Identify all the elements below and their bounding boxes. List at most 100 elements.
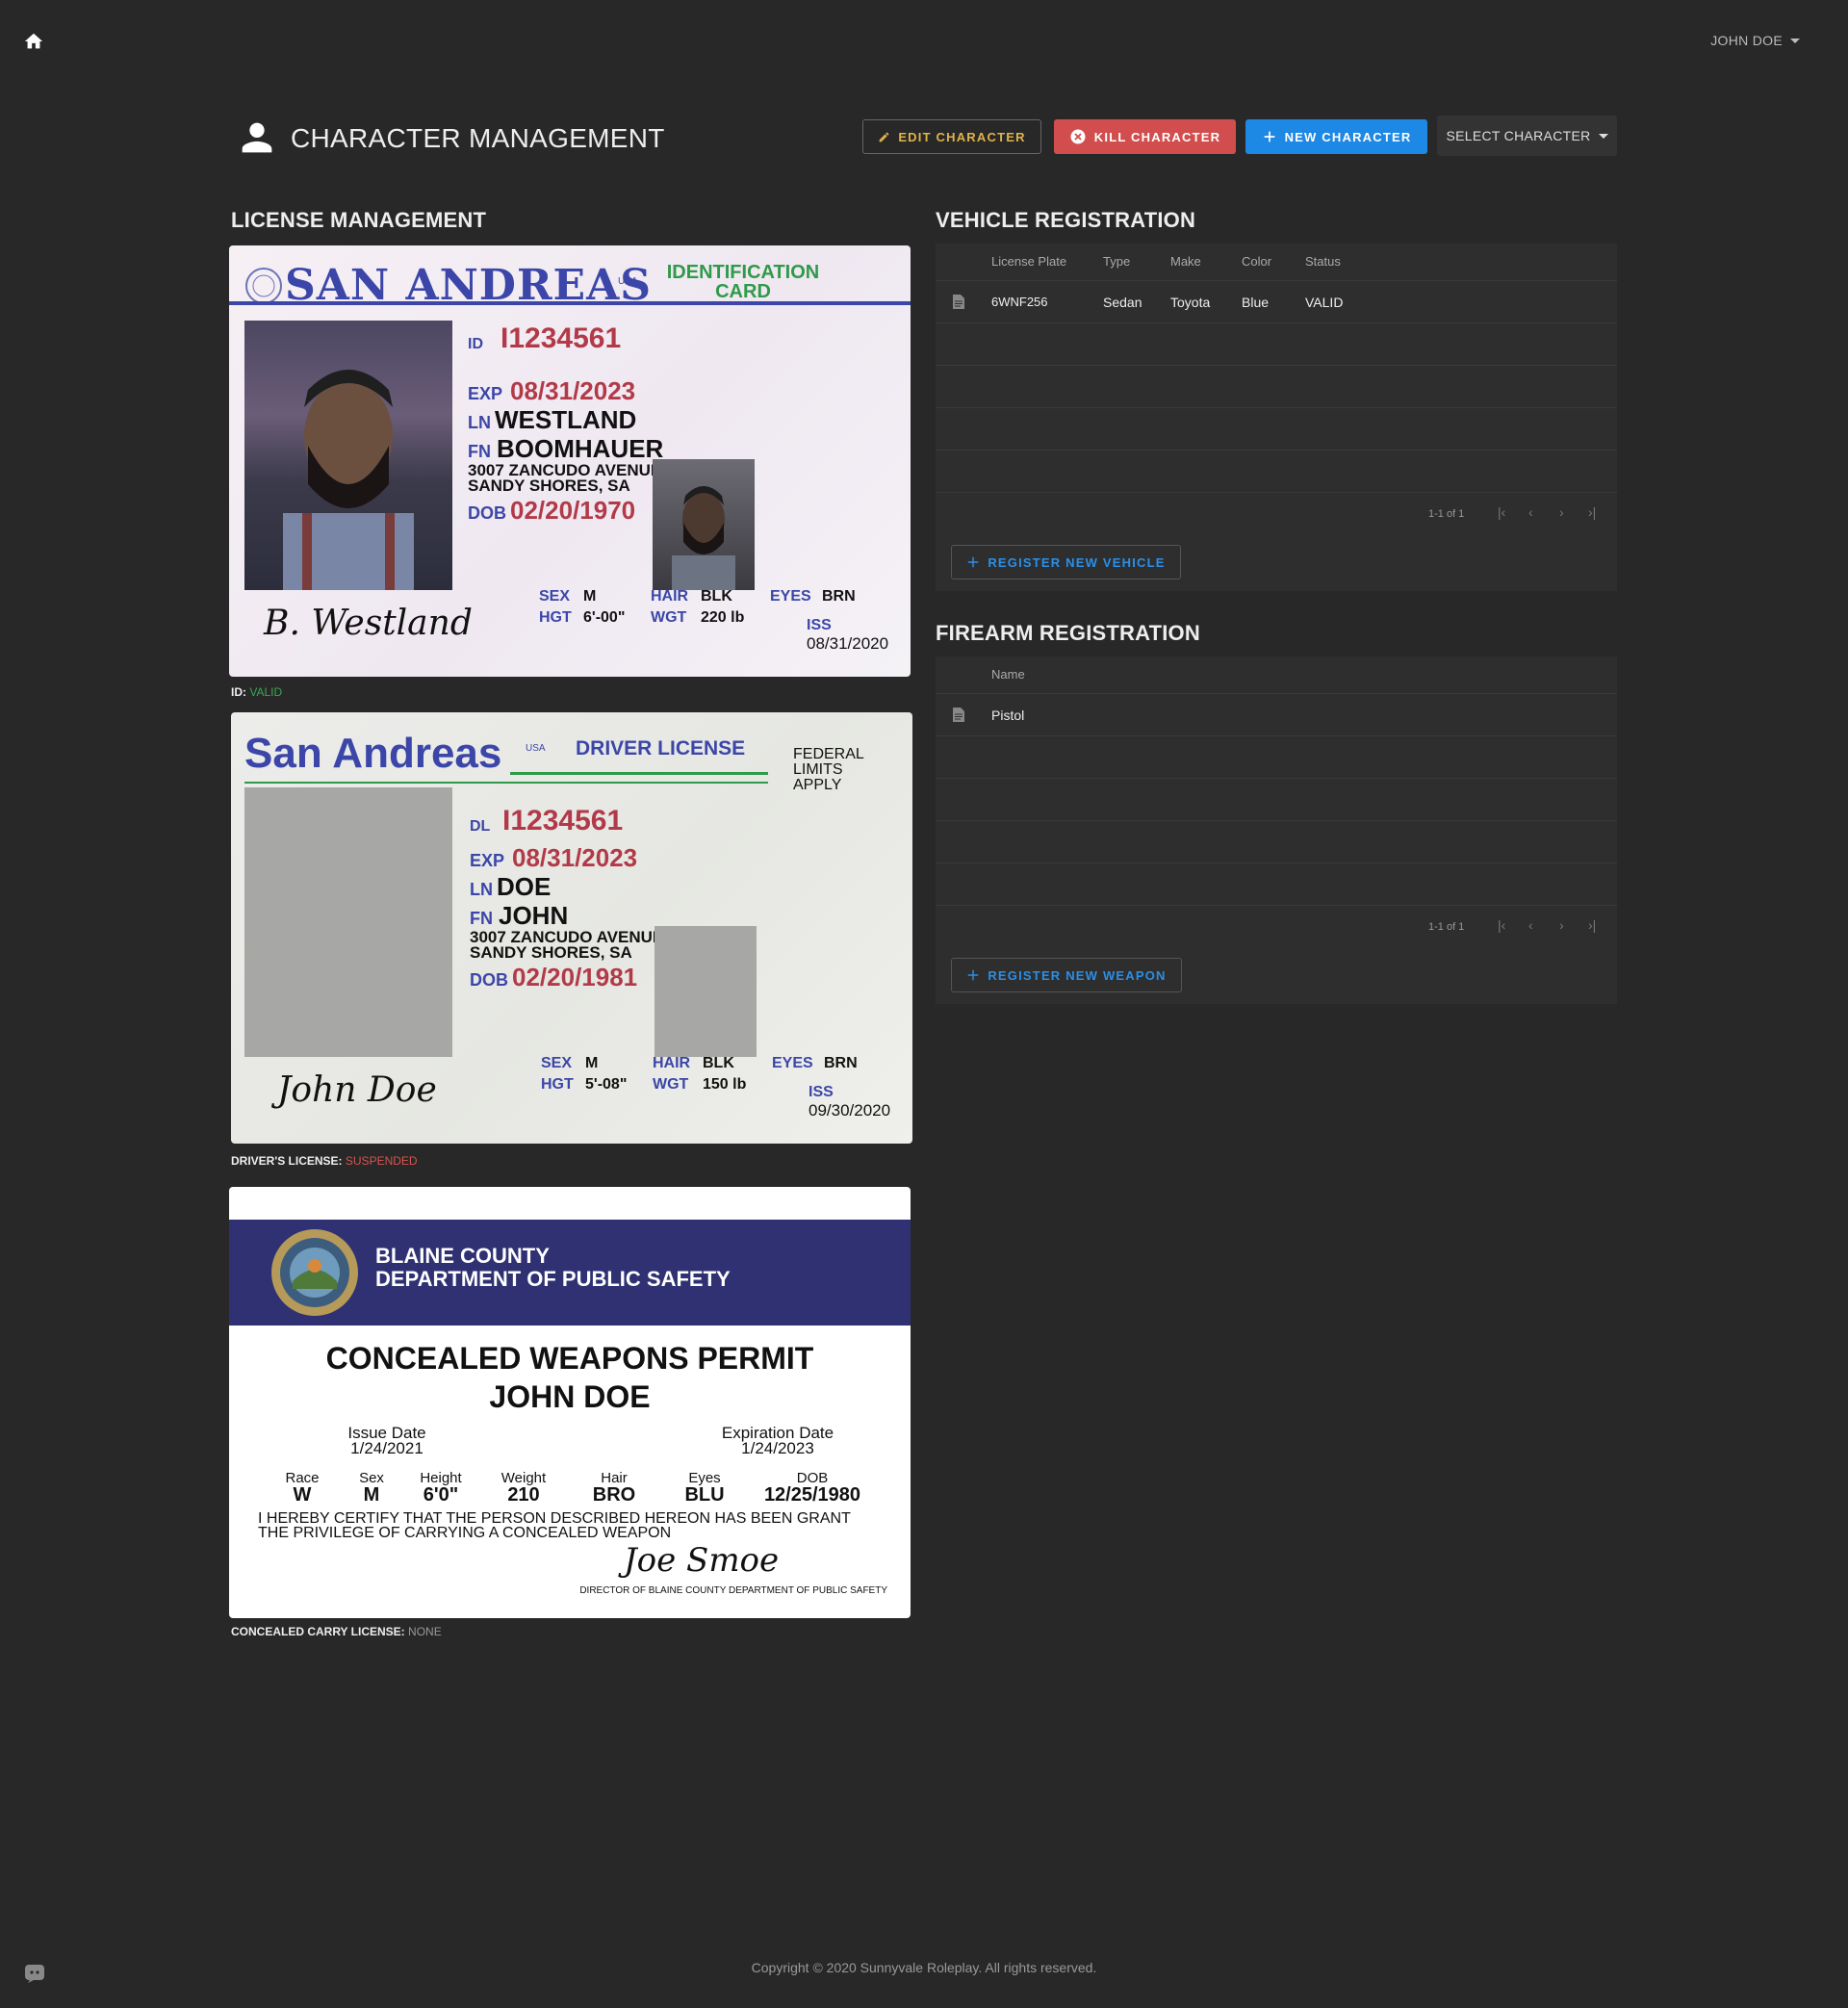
dl-green-rule-2: [244, 782, 768, 784]
dl-address-line2: SANDY SHORES, SA: [470, 943, 632, 962]
plus-icon: [968, 969, 979, 981]
id-sex-label: SEX: [539, 588, 571, 605]
cw-field: DOB 12/25/1980: [753, 1470, 872, 1505]
document-icon[interactable]: [953, 295, 964, 309]
cw-field: Sex M: [337, 1470, 406, 1505]
id-type-line1: IDENTIFICATION: [666, 262, 820, 283]
cw-status-label: CONCEALED CARRY LICENSE:: [231, 1625, 405, 1638]
cw-signature: Joe Smoe: [624, 1541, 780, 1580]
dl-sex-label: SEX: [541, 1055, 573, 1071]
col-status[interactable]: Status: [1305, 244, 1341, 280]
id-ln: WESTLAND: [495, 405, 637, 434]
document-icon[interactable]: [953, 708, 964, 722]
cw-name: JOHN DOE: [489, 1379, 651, 1414]
id-hair-label: HAIR: [651, 588, 689, 605]
id-fn-label: FN: [468, 442, 491, 461]
cw-title: CONCEALED WEAPONS PERMIT: [325, 1341, 814, 1376]
dl-federal-3: APPLY: [793, 777, 842, 793]
dl-federal: FEDERAL LIMITS APPLY: [793, 747, 864, 793]
table-row[interactable]: 6WNF256 Sedan Toyota Blue VALID: [936, 280, 1617, 322]
dl-dob-label: DOB: [470, 970, 508, 990]
vehicle-table: License Plate Type Make Color Status 6WN…: [936, 244, 1617, 591]
home-icon[interactable]: [23, 31, 44, 52]
dl-dob: 02/20/1981: [512, 963, 638, 991]
id-iss: 08/31/2020: [807, 634, 889, 653]
register-weapon-button[interactable]: REGISTER NEW WEAPON: [951, 958, 1182, 992]
next-page-icon[interactable]: ›: [1559, 917, 1564, 933]
table-row[interactable]: Pistol: [936, 693, 1617, 735]
table-row-empty: [936, 820, 1617, 862]
pager-range: 1-1 of 1: [1428, 921, 1465, 933]
id-wgt-label: WGT: [651, 609, 687, 626]
edit-character-button[interactable]: EDIT CHARACTER: [862, 119, 1041, 154]
table-row-empty: [936, 778, 1617, 820]
page-header: CHARACTER MANAGEMENT EDIT CHARACTER KILL…: [235, 114, 1617, 164]
caret-down-icon: [1790, 38, 1800, 43]
dl-type: DRIVER LICENSE: [576, 737, 746, 759]
register-vehicle-button[interactable]: REGISTER NEW VEHICLE: [951, 545, 1181, 579]
vehicle-pagination: 1-1 of 1 |‹ ‹ › ›|: [936, 492, 1617, 534]
id-type-line2: CARD: [715, 281, 771, 302]
dl-state: San Andreas: [244, 730, 502, 777]
dl-signature: John Doe: [277, 1070, 437, 1110]
dl-hair: BLK: [703, 1055, 734, 1071]
col-type[interactable]: Type: [1103, 244, 1130, 280]
id-address: 3007 ZANCUDO AVENUE SANDY SHORES, SA: [468, 462, 661, 494]
new-character-label: NEW CHARACTER: [1284, 129, 1412, 144]
person-icon: [242, 122, 272, 153]
dl-ghost-photo: [654, 926, 757, 1057]
cw-field-value: BLU: [684, 1484, 725, 1506]
dl-hgt: 5'-08": [585, 1076, 628, 1093]
state-seal-icon: [245, 268, 282, 304]
select-character-label: SELECT CHARACTER: [1446, 128, 1591, 143]
dl-wgt-label: WGT: [653, 1076, 689, 1093]
prev-page-icon[interactable]: ‹: [1528, 917, 1533, 933]
county-seal-icon: [271, 1229, 358, 1316]
cw-field-value: 210: [507, 1484, 540, 1506]
cw-cert-line2: THE PRIVILEGE OF CARRYING A CONCEALED WE…: [258, 1525, 672, 1541]
vehicle-section-title: VEHICLE REGISTRATION: [936, 208, 1196, 232]
dl-fn: JOHN: [499, 901, 569, 930]
col-make[interactable]: Make: [1170, 244, 1201, 280]
next-page-icon[interactable]: ›: [1559, 504, 1564, 520]
dl-status: DRIVER'S LICENSE: SUSPENDED: [231, 1154, 418, 1168]
cw-cert-line1: I HEREBY CERTIFY THAT THE PERSON DESCRIB…: [258, 1510, 851, 1527]
dl-eyes: BRN: [824, 1055, 858, 1071]
id-sex: M: [583, 588, 597, 605]
dl-photo: [244, 787, 452, 1057]
last-page-icon[interactable]: ›|: [1588, 504, 1596, 520]
col-license-plate[interactable]: License Plate: [991, 244, 1066, 280]
id-type: IDENTIFICATION CARD: [637, 263, 849, 301]
cell-make: Toyota: [1170, 295, 1211, 310]
id-hair: BLK: [701, 588, 732, 605]
prev-page-icon[interactable]: ‹: [1528, 504, 1533, 520]
footer-copyright: Copyright © 2020 Sunnyvale Roleplay. All…: [751, 1960, 1097, 1975]
id-card: SAN ANDREAS USA IDENTIFICATION CARD ID I…: [229, 245, 911, 677]
cw-agency-line1: BLAINE COUNTY: [375, 1244, 550, 1268]
first-page-icon[interactable]: |‹: [1498, 917, 1505, 933]
last-page-icon[interactable]: ›|: [1588, 917, 1596, 933]
dl-status-value: SUSPENDED: [345, 1154, 418, 1168]
firearm-table: Name Pistol 1-1 of 1 |‹ ‹ › ›| REGISTER …: [936, 656, 1617, 1004]
cw-field: Hair BRO: [572, 1470, 656, 1505]
id-hgt: 6'-00": [583, 609, 626, 626]
kill-character-button[interactable]: KILL CHARACTER: [1054, 119, 1236, 154]
col-name[interactable]: Name: [991, 656, 1025, 693]
table-row-empty: [936, 365, 1617, 407]
cw-status: CONCEALED CARRY LICENSE: NONE: [231, 1625, 442, 1638]
dl-dl-label: DL: [470, 818, 491, 835]
id-signature: B. Westland: [264, 604, 473, 643]
cell-status: VALID: [1305, 295, 1344, 310]
select-character-dropdown[interactable]: SELECT CHARACTER: [1437, 116, 1617, 156]
new-character-button[interactable]: NEW CHARACTER: [1245, 119, 1427, 154]
user-menu[interactable]: JOHN DOE: [1710, 33, 1800, 48]
cw-issue: Issue Date 1/24/2021: [329, 1425, 445, 1456]
id-wgt: 220 lb: [701, 609, 745, 626]
id-fn: BOOMHAUER: [497, 434, 664, 463]
first-page-icon[interactable]: |‹: [1498, 504, 1505, 520]
kill-character-label: KILL CHARACTER: [1093, 129, 1221, 144]
col-color[interactable]: Color: [1242, 244, 1271, 280]
dl-exp: 08/31/2023: [512, 843, 638, 872]
dl-eyes-label: EYES: [772, 1055, 813, 1071]
cw-certification: I HEREBY CERTIFY THAT THE PERSON DESCRIB…: [258, 1510, 851, 1541]
